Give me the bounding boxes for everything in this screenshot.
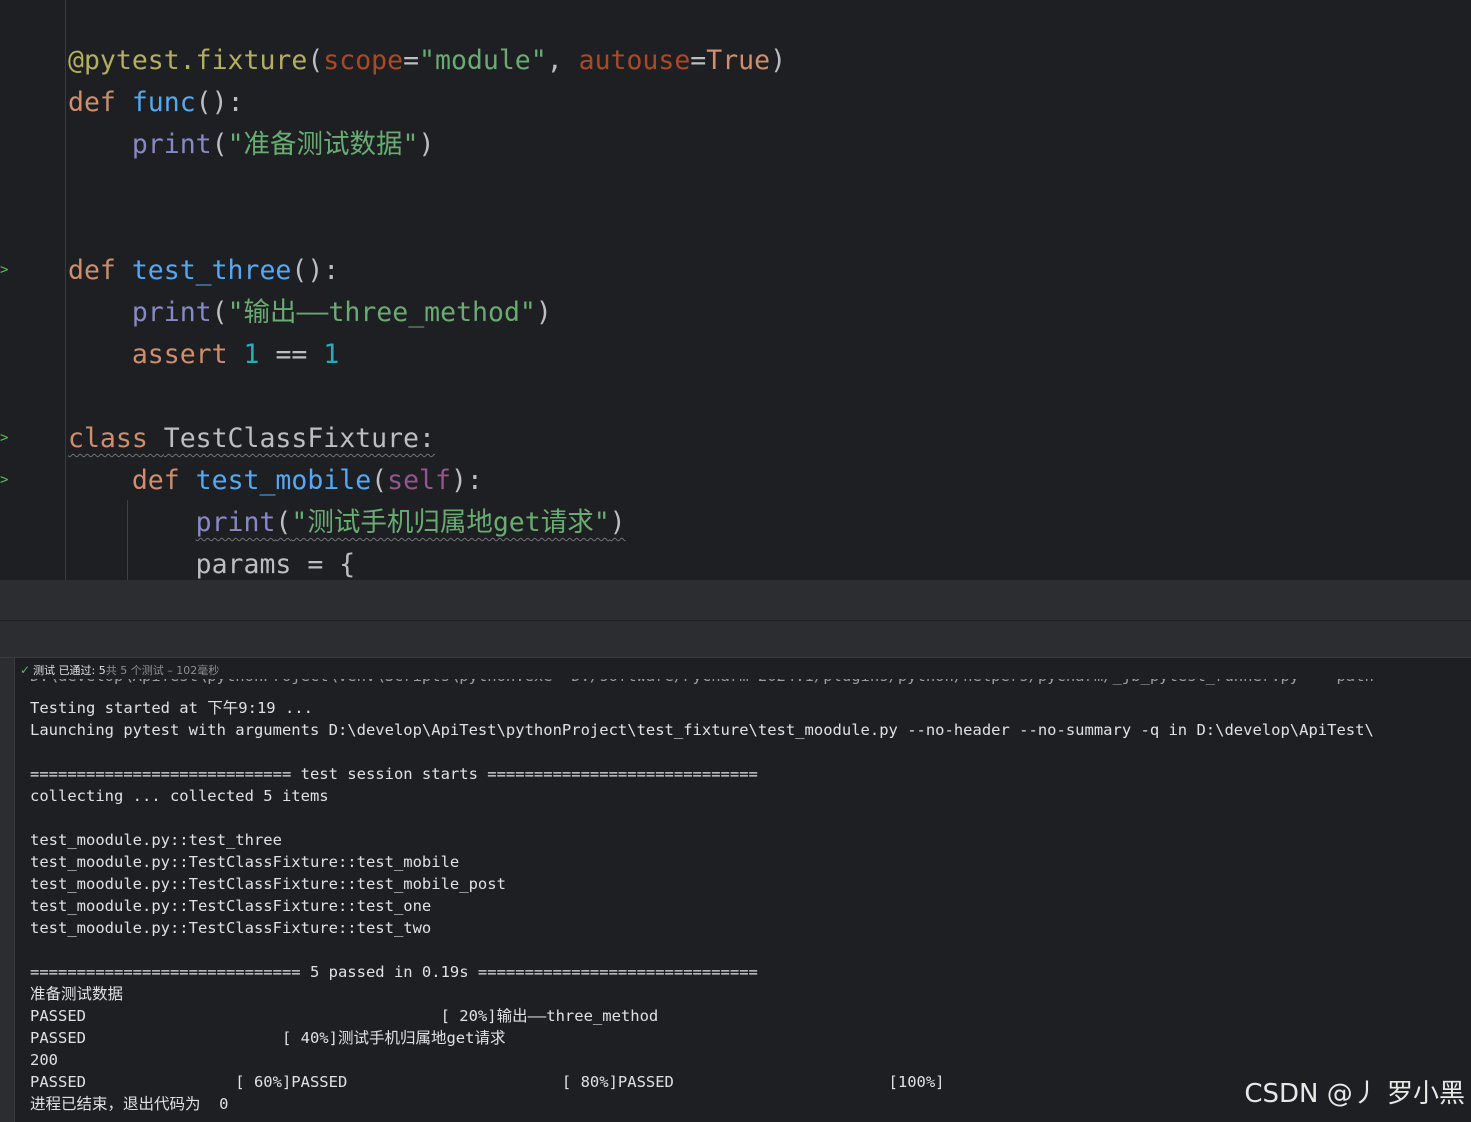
code-token: assert — [131, 339, 244, 370]
console-output[interactable]: D:\develop\ApiTest\pythonProject\venv\Sc… — [30, 679, 1471, 1122]
code-line-def-func: def func(): — [68, 82, 244, 124]
run-class-icon[interactable]: > — [0, 431, 10, 445]
code-token: self — [387, 465, 451, 496]
code-token: func — [131, 87, 196, 118]
code-token: = — [690, 45, 707, 76]
run-test-mobile-icon[interactable]: > — [0, 473, 10, 487]
code-editor[interactable]: > > > @pytest.fixture(scope="module", au… — [0, 0, 1471, 580]
console-line: PASSED [ 40%]测试手机归属地get请求 — [30, 1029, 506, 1047]
code-token: test_mobile — [195, 465, 372, 496]
code-token: == — [259, 339, 324, 370]
code-token: class — [68, 423, 164, 454]
code-token: def — [68, 255, 132, 286]
csdn-watermark: CSDN @丿 罗小黑 — [1244, 1079, 1465, 1109]
code-token: ) — [418, 129, 435, 160]
console-line: test_moodule.py::TestClassFixture::test_… — [30, 897, 432, 915]
console-line: Launching pytest with arguments D:\devel… — [30, 721, 1374, 739]
code-token: = — [403, 45, 420, 76]
code-token: params = { — [68, 549, 356, 580]
console-line: ============================= 5 passed i… — [30, 963, 758, 981]
code-token: ) — [609, 507, 626, 538]
run-tool-window-header — [0, 621, 1471, 658]
code-token: def — [131, 465, 196, 496]
code-line-def-test-mobile: def test_mobile(self): — [68, 460, 483, 502]
code-token: ( — [371, 465, 388, 496]
code-token: ( — [275, 507, 292, 538]
code-token: "准备测试数据" — [227, 129, 419, 160]
run-tool-sidebar — [0, 658, 15, 1122]
console-line: ============================ test sessio… — [30, 765, 758, 783]
console-line: Testing started at 下午9:19 ... — [30, 699, 313, 717]
code-token: True — [706, 45, 771, 76]
code-token: print — [195, 507, 276, 538]
status-label: 测试 — [33, 664, 56, 677]
console-line: collecting ... collected 5 items — [30, 787, 329, 805]
code-line-assert: assert 1 == 1 — [68, 334, 339, 376]
check-icon: ✓ — [20, 663, 31, 677]
console-line: test_moodule.py::TestClassFixture::test_… — [30, 919, 432, 937]
code-token: ) — [770, 45, 787, 76]
code-token: ): — [450, 465, 483, 496]
console-line: PASSED [ 60%]PASSED [ 80%]PASSED [100%] — [30, 1073, 945, 1091]
code-line-def-test-three: def test_three(): — [68, 250, 339, 292]
editor-panel-splitter[interactable] — [0, 580, 1471, 620]
code-token: ( — [211, 297, 228, 328]
code-token: "module" — [419, 45, 547, 76]
code-token: ) — [535, 297, 552, 328]
run-test-three-icon[interactable]: > — [0, 263, 10, 277]
code-token: , — [546, 45, 579, 76]
code-line-print-three: print("输出——three_method") — [68, 292, 552, 334]
code-token: TestClassFixture: — [163, 423, 435, 454]
code-token: "测试手机归属地get请求" — [291, 507, 610, 538]
console-line: 进程已结束，退出代码为 0 — [30, 1095, 229, 1113]
console-line: test_moodule.py::TestClassFixture::test_… — [30, 875, 506, 893]
code-line-print-mobile: print("测试手机归属地get请求") — [68, 502, 626, 544]
console-line-command: D:\develop\ApiTest\pythonProject\venv\Sc… — [30, 679, 1374, 687]
code-token: ( — [307, 45, 324, 76]
code-line-fixture-decorator: @pytest.fixture(scope="module", autouse=… — [68, 40, 786, 82]
code-token: scope — [323, 45, 404, 76]
code-token: 1 — [323, 339, 340, 370]
gutter-divider — [65, 0, 66, 580]
console-line: 200 — [30, 1051, 58, 1069]
code-line-print-prepare: print("准备测试数据") — [68, 124, 435, 166]
code-token: def — [68, 87, 132, 118]
console-line: test_moodule.py::test_three — [30, 831, 282, 849]
code-token: print — [131, 129, 212, 160]
status-summary: 共 5 个测试 – 102毫秒 — [105, 664, 220, 677]
console-line: PASSED [ 20%]输出——three_method — [30, 1007, 659, 1025]
code-line-class-def: class TestClassFixture: — [68, 418, 435, 460]
console-line: test_moodule.py::TestClassFixture::test_… — [30, 853, 460, 871]
status-passed: 已通过: 5 — [58, 664, 106, 677]
code-token: test_three — [131, 255, 292, 286]
test-status: ✓ 测试 已通过: 5共 5 个测试 – 102毫秒 — [20, 662, 219, 678]
code-token: print — [131, 297, 212, 328]
code-token: "输出——three_method" — [227, 297, 536, 328]
code-line-params: params = { — [68, 544, 356, 580]
console-line: 准备测试数据 — [30, 985, 124, 1003]
code-token: ( — [211, 129, 228, 160]
code-token: (): — [195, 87, 244, 118]
code-token: @pytest.fixture — [68, 45, 308, 76]
code-token: autouse — [578, 45, 691, 76]
code-token: 1 — [243, 339, 260, 370]
code-token: (): — [291, 255, 340, 286]
